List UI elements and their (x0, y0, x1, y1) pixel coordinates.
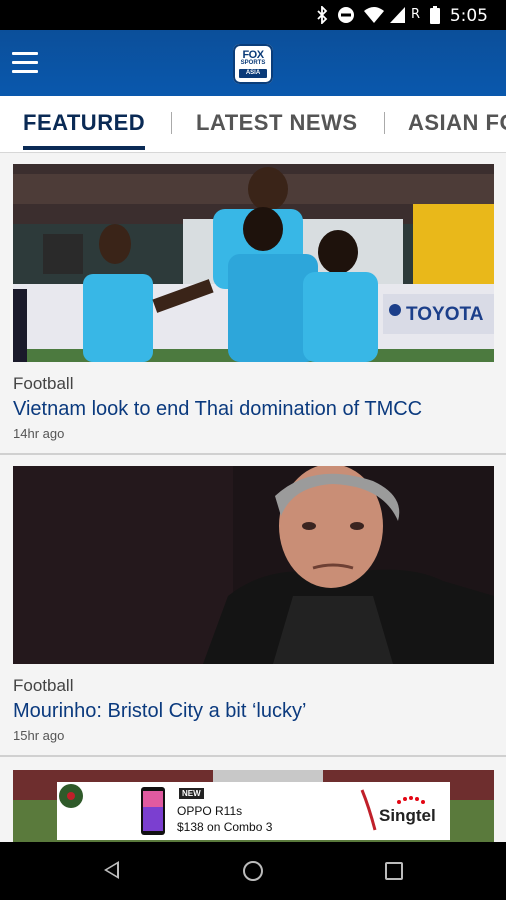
bluetooth-icon (316, 4, 328, 26)
do-not-disturb-icon (337, 6, 355, 24)
back-icon[interactable] (104, 861, 119, 879)
signal-icon (389, 6, 406, 24)
article-title[interactable]: Mourinho: Bristol City a bit ‘lucky’ (13, 700, 306, 723)
ad-offer-text: $138 on Combo 3 (177, 820, 273, 834)
tab-separator (171, 112, 172, 134)
article-category: Football (13, 676, 74, 695)
image-sponsor-text: TOYOTA (406, 304, 484, 325)
tab-latest-news[interactable]: LATEST NEWS (196, 110, 358, 136)
ad-brand-logo: Singtel (379, 806, 436, 825)
article-timestamp: 15hr ago (13, 728, 65, 743)
battery-icon (430, 6, 440, 24)
article-image[interactable] (13, 466, 494, 664)
system-nav-bar (0, 842, 506, 900)
app-bar: FOX SPORTS ASIA (0, 30, 506, 96)
logo-text-sports: SPORTS (240, 60, 266, 66)
ad-new-badge: NEW (179, 788, 204, 799)
roaming-indicator: R (411, 7, 421, 22)
article-card[interactable]: TOYOTA Football Vietnam look to end Thai… (0, 153, 506, 453)
fox-sports-asia-logo: FOX SPORTS ASIA (233, 44, 273, 84)
article-image[interactable]: TOYOTA (13, 164, 494, 362)
hamburger-menu-icon[interactable] (12, 52, 38, 74)
article-category: Football (13, 374, 74, 393)
home-icon[interactable] (243, 861, 263, 881)
ad-product-text: OPPO R11s (177, 804, 243, 818)
status-bar: R 5:05 (0, 0, 506, 30)
article-timestamp: 14hr ago (13, 426, 65, 441)
tab-separator (384, 112, 385, 134)
ad-banner[interactable]: NEW OPPO R11s $138 on Combo 3 Singtel (57, 782, 450, 840)
wifi-icon (363, 6, 385, 24)
status-time: 5:05 (449, 6, 488, 26)
article-card[interactable]: Football Mourinho: Bristol City a bit ‘l… (0, 455, 506, 755)
tab-featured[interactable]: FEATURED (23, 110, 146, 150)
tab-asian-football[interactable]: ASIAN FO (408, 110, 506, 136)
article-title[interactable]: Vietnam look to end Thai domination of T… (13, 398, 422, 421)
logo-text-asia: ASIA (239, 69, 267, 78)
tab-bar: FEATURED LATEST NEWS ASIAN FO (0, 96, 506, 153)
recent-apps-icon[interactable] (385, 862, 403, 880)
